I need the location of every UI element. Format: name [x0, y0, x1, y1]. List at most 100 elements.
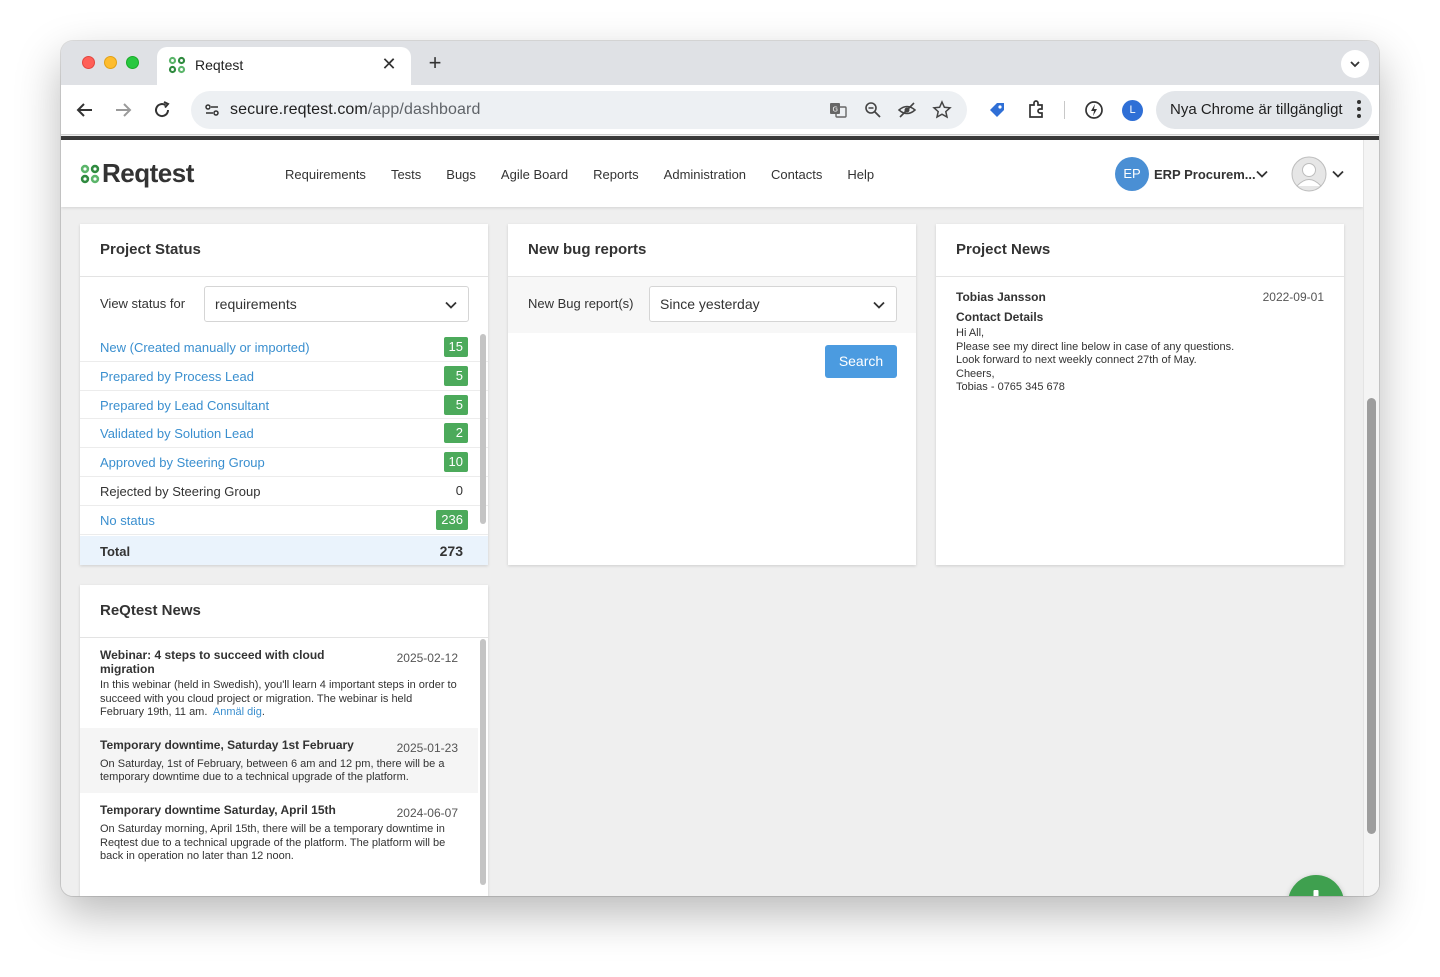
maximize-window-button[interactable]: [126, 56, 139, 69]
nav-contacts[interactable]: Contacts: [771, 167, 822, 182]
count-badge: 2: [444, 423, 468, 444]
browser-window: Reqtest ✕ + secure.reqtest.com/app/dashb…: [61, 41, 1379, 896]
news-date: 2025-02-12: [396, 651, 458, 665]
kebab-menu-icon[interactable]: [1356, 99, 1362, 119]
main-nav: Requirements Tests Bugs Agile Board Repo…: [285, 167, 874, 182]
chevron-down-icon: [873, 301, 885, 309]
news-list-scrollbar[interactable]: [480, 639, 486, 885]
app-header: Reqtest Requirements Tests Bugs Agile Bo…: [61, 140, 1363, 207]
url-path: /app/dashboard: [367, 101, 481, 118]
minimize-window-button[interactable]: [104, 56, 117, 69]
chevron-down-icon: [445, 301, 457, 309]
status-label[interactable]: Prepared by Process Lead: [100, 369, 254, 384]
plus-icon: [1313, 890, 1319, 896]
reqtest-logo-icon: [80, 164, 100, 184]
project-status-card: Project Status View status for requireme…: [80, 224, 488, 565]
tab-close-icon[interactable]: ✕: [379, 54, 399, 75]
page-viewport: Reqtest Requirements Tests Bugs Agile Bo…: [61, 136, 1379, 896]
bookmark-star-icon[interactable]: [932, 100, 952, 120]
news-title: Temporary downtime, Saturday 1st Februar…: [100, 737, 354, 752]
chrome-update-button[interactable]: Nya Chrome är tillgängligt: [1156, 91, 1372, 129]
zoom-icon[interactable]: [863, 100, 883, 120]
page-scrollbar-thumb[interactable]: [1367, 398, 1376, 834]
status-row[interactable]: Prepared by Process Lead 5: [80, 362, 488, 391]
chrome-profile-avatar[interactable]: L: [1122, 100, 1143, 121]
news-date: 2025-01-23: [396, 740, 458, 755]
status-type-select[interactable]: requirements: [204, 286, 469, 322]
user-avatar-icon[interactable]: [1291, 156, 1327, 192]
svg-text:G: G: [833, 106, 838, 114]
news-body: Hi All, Please see my direct line below …: [956, 327, 1235, 394]
count-badge: 15: [443, 337, 468, 357]
status-row[interactable]: Validated by Solution Lead 2: [80, 419, 488, 449]
reqtest-logo[interactable]: Reqtest: [80, 158, 210, 190]
news-list: Webinar: 4 steps to succeed with cloud m…: [80, 638, 478, 872]
toolbar-separator: [1064, 101, 1065, 119]
close-window-button[interactable]: [82, 56, 95, 69]
tracking-icon[interactable]: [897, 100, 917, 120]
status-label[interactable]: Approved by Steering Group: [100, 455, 265, 470]
news-item: Temporary downtime, Saturday 1st Februar…: [80, 727, 478, 793]
news-body: In this webinar (held in Swedish), you'l…: [100, 679, 457, 719]
translate-icon[interactable]: G: [828, 100, 848, 120]
chevron-down-icon[interactable]: [1255, 167, 1269, 181]
project-avatar[interactable]: EP: [1115, 157, 1149, 191]
nav-help[interactable]: Help: [847, 167, 874, 182]
extension-tag-icon[interactable]: [985, 98, 1009, 122]
forward-icon[interactable]: [111, 98, 135, 122]
extensions-puzzle-icon[interactable]: [1024, 98, 1048, 122]
tab-title: Reqtest: [195, 57, 244, 73]
status-row: Rejected by Steering Group 0: [80, 477, 488, 506]
count-badge: 10: [443, 452, 468, 473]
news-item: Temporary downtime Saturday, April 15th …: [80, 793, 478, 872]
status-label: Rejected by Steering Group: [100, 483, 261, 499]
news-title: Temporary downtime Saturday, April 15th: [100, 802, 336, 817]
status-label[interactable]: New (Created manually or imported): [100, 340, 310, 355]
total-label: Total: [100, 544, 131, 559]
browser-toolbar: secure.reqtest.com/app/dashboard G L Nya…: [61, 85, 1379, 135]
status-row[interactable]: No status 236: [80, 506, 488, 535]
status-list-scrollbar[interactable]: [480, 334, 486, 524]
reqtest-favicon-icon: [168, 56, 186, 74]
status-label[interactable]: Validated by Solution Lead: [100, 426, 254, 441]
news-subject: Contact Details: [956, 310, 1044, 324]
search-button[interactable]: Search: [825, 345, 897, 378]
url-text[interactable]: secure.reqtest.com/app/dashboard: [230, 101, 480, 119]
news-body: On Saturday morning, April 15th, there w…: [100, 822, 446, 863]
filter-label: View status for: [100, 296, 186, 311]
status-label[interactable]: No status: [100, 513, 155, 528]
news-date: 2022-09-01: [1262, 290, 1324, 304]
tab-search-button[interactable]: [1341, 50, 1369, 78]
status-label[interactable]: Prepared by Lead Consultant: [100, 398, 269, 413]
site-settings-icon[interactable]: [201, 99, 223, 121]
select-value: requirements: [215, 296, 297, 312]
performance-icon[interactable]: [1082, 98, 1106, 122]
status-row[interactable]: Approved by Steering Group 10: [80, 448, 488, 477]
count-badge: 5: [444, 365, 468, 386]
nav-requirements[interactable]: Requirements: [285, 167, 366, 182]
status-row[interactable]: Prepared by Lead Consultant 5: [80, 391, 488, 420]
nav-administration[interactable]: Administration: [664, 167, 746, 182]
project-name[interactable]: ERP Procurem...: [1154, 167, 1256, 182]
nav-agile-board[interactable]: Agile Board: [501, 167, 568, 182]
tab-reqtest[interactable]: Reqtest ✕: [157, 47, 411, 85]
count-badge: 5: [444, 394, 468, 415]
signup-link[interactable]: Anmäl dig: [213, 706, 262, 718]
chevron-down-icon: [1350, 61, 1360, 68]
nav-reports[interactable]: Reports: [593, 167, 639, 182]
nav-bugs[interactable]: Bugs: [446, 167, 476, 182]
reload-icon[interactable]: [150, 98, 174, 122]
bug-filter-row: New Bug report(s) Since yesterday: [508, 277, 916, 333]
card-title: Project Status: [100, 241, 201, 258]
total-value: 273: [439, 543, 463, 559]
new-tab-button[interactable]: +: [423, 50, 447, 76]
status-row[interactable]: New (Created manually or imported) 15: [80, 333, 488, 362]
address-bar[interactable]: secure.reqtest.com/app/dashboard G: [191, 91, 967, 129]
chevron-down-icon[interactable]: [1331, 167, 1345, 181]
nav-tests[interactable]: Tests: [391, 167, 421, 182]
news-title: Webinar: 4 steps to succeed with cloud m…: [100, 648, 325, 676]
add-button[interactable]: [1288, 875, 1344, 896]
bug-period-select[interactable]: Since yesterday: [649, 286, 897, 322]
back-icon[interactable]: [73, 98, 97, 122]
logo-text: Reqtest: [102, 158, 194, 188]
